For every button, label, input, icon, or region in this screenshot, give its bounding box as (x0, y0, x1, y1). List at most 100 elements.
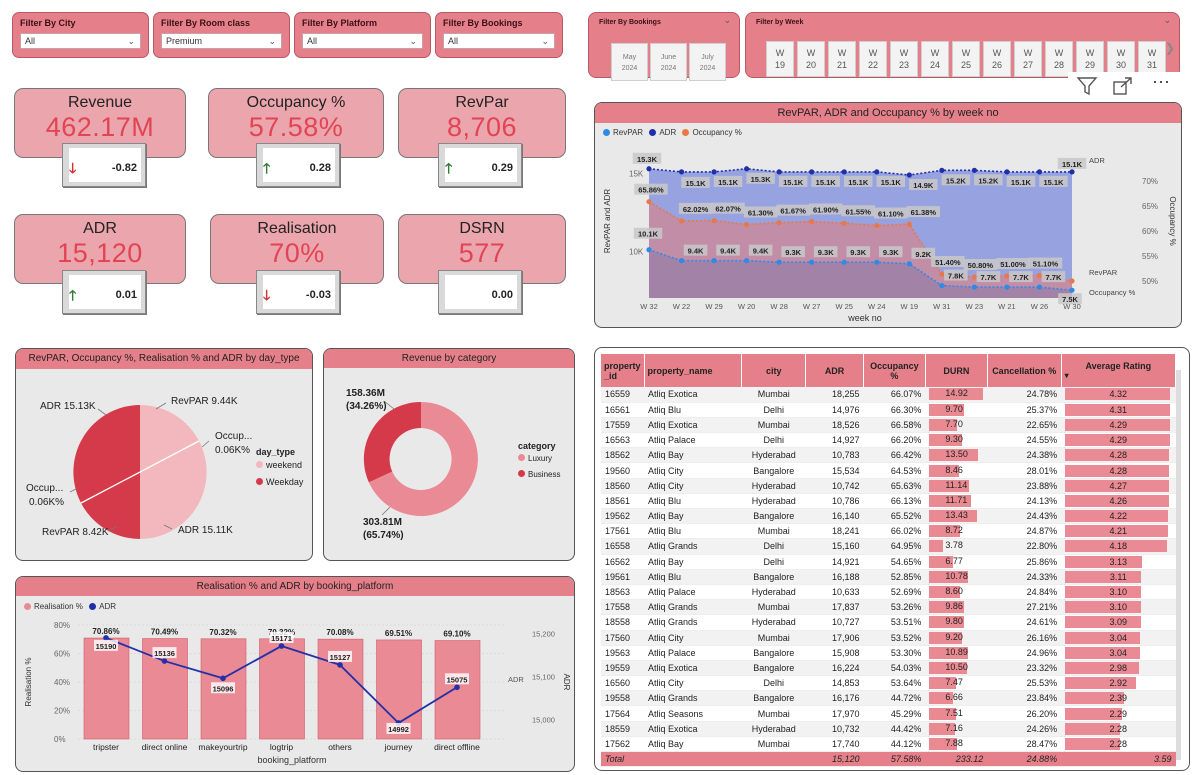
revpar-point[interactable] (776, 259, 782, 265)
adr-point[interactable] (454, 684, 460, 691)
adr-point[interactable] (220, 675, 226, 682)
table-scrollbar[interactable] (1176, 370, 1181, 760)
adr-point[interactable] (1004, 169, 1010, 175)
occupancy-point[interactable] (646, 199, 652, 205)
table-row[interactable]: 16559 Atliq Exotica Mumbai 18,255 66.07% 14.9… (601, 387, 1176, 403)
week-tile[interactable]: W 22 (859, 41, 887, 77)
filter-select[interactable]: All ⌄ (443, 33, 555, 49)
occupancy-point[interactable] (939, 271, 945, 277)
week-tile[interactable]: W 20 (797, 41, 825, 77)
week-tile[interactable]: W 19 (766, 41, 794, 77)
occupancy-point[interactable] (711, 218, 717, 224)
revpar-point[interactable] (744, 258, 750, 264)
revpar-point[interactable] (678, 258, 685, 264)
scroll-right-icon[interactable]: ❯ (1165, 41, 1175, 55)
table-row[interactable]: 18563 Atliq Palace Hyderabad 10,633 52.69% 8.… (601, 584, 1176, 601)
adr-point[interactable] (776, 169, 782, 175)
occupancy-point[interactable] (1004, 273, 1010, 279)
table-row[interactable]: 18558 Atliq Grands Hyderabad 10,727 53.51% 9.… (601, 614, 1176, 631)
realisation-bar[interactable] (83, 637, 130, 740)
table-row[interactable]: 19563 Atliq Palace Bangalore 15,908 53.30% 10… (601, 645, 1176, 661)
occupancy-point[interactable] (906, 221, 912, 227)
revpar-point[interactable] (1069, 287, 1075, 293)
adr-point[interactable] (161, 658, 168, 664)
adr-point[interactable] (841, 169, 847, 175)
adr-point[interactable] (874, 169, 880, 175)
column-header[interactable]: ADR (805, 354, 864, 387)
focus-mode-icon[interactable] (1112, 76, 1134, 96)
table-row[interactable]: 19559 Atliq Exotica Bangalore 16,224 54.03% 1… (601, 660, 1176, 677)
column-header[interactable]: Cancellation % (987, 354, 1062, 387)
table-row[interactable]: 18562 Atliq Bay Hyderabad 10,783 66.42% 13.50… (601, 447, 1176, 464)
occupancy-point[interactable] (776, 220, 782, 226)
adr-point[interactable] (1069, 169, 1075, 175)
adr-point[interactable] (711, 169, 717, 175)
revpar-point[interactable] (906, 261, 912, 267)
table-row[interactable]: 16563 Atliq Palace Delhi 14,927 66.20% 9.30 24… (601, 432, 1176, 449)
adr-point[interactable] (971, 167, 977, 173)
chevron-down-icon[interactable]: ⌄ (1163, 15, 1171, 26)
table-row[interactable]: 19562 Atliq Bay Bangalore 16,140 65.52% 13.43… (601, 508, 1176, 525)
column-header[interactable]: property_name (644, 354, 743, 387)
column-header[interactable]: city (741, 354, 807, 387)
adr-point[interactable] (103, 635, 109, 641)
table-row[interactable]: 16561 Atliq Blu Delhi 14,976 66.30% 9.70 25.37… (601, 402, 1176, 418)
week-tile[interactable]: W 26 (983, 41, 1011, 77)
revpar-point[interactable] (1004, 284, 1010, 290)
occupancy-point[interactable] (874, 222, 880, 229)
pie-legend-weekend[interactable]: weekend (256, 460, 302, 470)
column-header[interactable]: property _id (601, 354, 645, 387)
revpar-point[interactable] (971, 284, 977, 290)
week-tile[interactable]: W 25 (952, 41, 980, 77)
adr-point[interactable] (906, 172, 912, 178)
month-tile[interactable]: July 2024 (689, 43, 726, 81)
table-row[interactable]: 18560 Atliq City Hyderabad 10,742 65.63% 11.1… (601, 478, 1176, 494)
revpar-point[interactable] (874, 259, 880, 265)
revpar-point[interactable] (1036, 284, 1043, 290)
table-row[interactable]: 17561 Atliq Blu Mumbai 18,241 66.02% 8.72 24.8… (601, 523, 1176, 540)
occupancy-point[interactable] (1069, 278, 1075, 284)
table-row[interactable]: 16562 Atliq Bay Delhi 14,921 54.65% 6.77 25.86… (601, 554, 1176, 570)
month-tile[interactable]: June 2024 (650, 43, 687, 81)
table-row[interactable]: 19558 Atliq Grands Bangalore 16,176 44.72% 6.… (601, 690, 1176, 707)
table-row[interactable]: 16558 Atliq Grands Delhi 15,160 64.95% 3.78 22… (601, 538, 1176, 555)
week-tile[interactable]: W 27 (1014, 41, 1042, 77)
table-row[interactable]: 19561 Atliq Blu Bangalore 16,188 52.85% 10.78… (601, 569, 1176, 585)
donut-slice-business[interactable] (363, 401, 421, 483)
occupancy-point[interactable] (809, 218, 815, 225)
adr-point[interactable] (809, 169, 815, 175)
table-row[interactable]: 16560 Atliq City Delhi 14,853 53.64% 7.47 25.5… (601, 675, 1176, 692)
filter-icon[interactable] (1076, 76, 1098, 96)
week-tile[interactable]: W 24 (921, 41, 949, 77)
table-row[interactable]: 18559 Atliq Exotica Hyderabad 10,732 44.42% 7… (601, 721, 1176, 737)
adr-point[interactable] (278, 643, 285, 649)
more-options-icon[interactable]: ⋯ (1152, 72, 1170, 93)
month-tile[interactable]: May 2024 (611, 43, 648, 81)
week-tile[interactable]: W 21 (828, 41, 856, 77)
column-header[interactable]: DURN (925, 354, 988, 387)
filter-select[interactable]: All ⌄ (20, 33, 141, 49)
revpar-point[interactable] (939, 282, 945, 289)
revpar-point[interactable] (809, 259, 815, 265)
filter-select[interactable]: Premium ⌄ (161, 33, 282, 49)
chevron-down-icon[interactable]: ⌄ (723, 15, 731, 26)
pie-legend-weekday[interactable]: Weekday (256, 477, 303, 487)
week-tile[interactable]: W 23 (890, 41, 918, 77)
table-row[interactable]: 17559 Atliq Exotica Mumbai 18,526 66.58% 7.70… (601, 417, 1176, 434)
adr-point[interactable] (1036, 169, 1043, 175)
column-header[interactable]: Average Rating ▾ (1061, 354, 1177, 387)
occupancy-point[interactable] (1036, 272, 1043, 279)
occupancy-point[interactable] (971, 274, 977, 280)
revpar-point[interactable] (646, 247, 652, 253)
donut-legend-luxury[interactable]: Luxury (518, 454, 552, 463)
table-row[interactable]: 17564 Atliq Seasons Mumbai 17,970 45.29% 7.51… (601, 705, 1176, 722)
adr-point[interactable] (337, 662, 343, 668)
adr-point[interactable] (678, 169, 685, 175)
donut-legend-business[interactable]: Business (518, 470, 560, 479)
table-row[interactable]: 17558 Atliq Grands Mumbai 17,837 53.26% 9.86 2… (601, 599, 1176, 616)
table-row[interactable]: 18561 Atliq Blu Hyderabad 10,786 66.13% 11.71… (601, 493, 1176, 510)
occupancy-point[interactable] (678, 218, 685, 224)
table-row[interactable]: 17560 Atliq City Mumbai 17,906 53.52% 9.20 26.… (601, 630, 1176, 646)
adr-point[interactable] (646, 166, 652, 172)
table-row[interactable]: 17562 Atliq Bay Mumbai 17,740 44.12% 7.88 28.4… (601, 736, 1176, 753)
